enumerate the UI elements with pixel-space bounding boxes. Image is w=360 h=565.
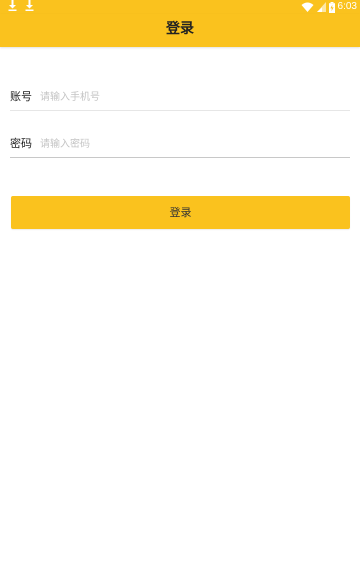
page-title: 登录 — [166, 21, 194, 37]
status-bar: 6:03 — [0, 0, 360, 14]
status-time: 6:03 — [337, 1, 357, 12]
signal-icon — [316, 2, 326, 12]
account-field: 账号 — [10, 86, 350, 111]
account-input[interactable] — [40, 88, 340, 106]
password-input[interactable] — [40, 135, 340, 153]
download-icon — [8, 0, 17, 11]
account-label: 账号 — [10, 90, 32, 103]
password-label: 密码 — [10, 137, 32, 150]
wifi-icon — [301, 2, 314, 12]
login-button[interactable]: 登录 — [11, 196, 350, 229]
status-system: 6:03 — [301, 0, 357, 14]
download-icon — [25, 0, 34, 11]
status-notifications — [8, 0, 34, 14]
battery-icon — [328, 1, 335, 13]
title-bar: 登录 — [0, 14, 360, 47]
password-field: 密码 — [10, 133, 350, 158]
